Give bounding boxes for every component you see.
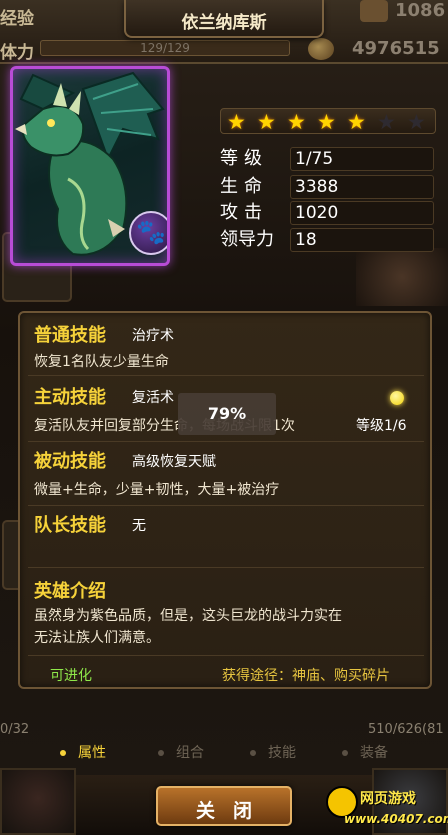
normal-skill-desc: 恢复1名队友少量生命 bbox=[34, 354, 169, 370]
hero-detail-modal: 依兰纳库斯 🐾 ★ ★ ★ ★ ★ ★ ★ 等级 1/75 生命 3388 攻击… bbox=[0, 0, 448, 835]
star-icon: ★ bbox=[287, 110, 306, 134]
tab-dot-icon bbox=[158, 750, 164, 756]
divider bbox=[28, 441, 424, 442]
tab-dot-icon bbox=[250, 750, 256, 756]
hero-intro-line: 虽然身为紫色品质，但是，这头巨龙的战斗力实在 bbox=[34, 608, 342, 624]
title-bar: 依兰纳库斯 bbox=[124, 0, 324, 38]
stat-label: 攻击 bbox=[220, 202, 268, 223]
normal-skill-heading: 普通技能 bbox=[34, 325, 106, 346]
skill-info-panel: 普通技能 治疗术 恢复1名队友少量生命 主动技能 复活术 复活队友并回复部分生命… bbox=[18, 311, 432, 689]
stat-label: 领导力 bbox=[220, 229, 274, 250]
active-skill-name: 复活术 bbox=[132, 390, 174, 406]
star-empty-icon: ★ bbox=[407, 110, 426, 134]
divider bbox=[28, 567, 424, 568]
stat-value: 3388 bbox=[290, 175, 434, 199]
active-skill-level: 等级1/6 bbox=[356, 418, 407, 434]
divider bbox=[28, 505, 424, 506]
star-icon: ★ bbox=[317, 110, 336, 134]
star-empty-icon: ★ bbox=[377, 110, 396, 134]
normal-skill-name: 治疗术 bbox=[132, 328, 174, 344]
tab-equipment[interactable]: 装备 bbox=[342, 742, 388, 762]
stat-value: 18 bbox=[290, 228, 434, 252]
tab-combination[interactable]: 组合 bbox=[158, 742, 204, 762]
tab-dot-icon bbox=[60, 750, 66, 756]
star-icon: ★ bbox=[257, 110, 276, 134]
tab-label: 装备 bbox=[360, 745, 388, 761]
star-icon: ★ bbox=[347, 110, 366, 134]
watermark-url: www.40407.com bbox=[344, 812, 448, 826]
obtain-source: 获得途径：神庙、购买碎片 bbox=[222, 668, 390, 684]
watermark-title: 网页游戏 bbox=[360, 791, 416, 807]
site-watermark: 网页游戏 www.40407.com bbox=[326, 786, 448, 835]
passive-skill-heading: 被动技能 bbox=[34, 451, 106, 472]
star-icon: ★ bbox=[227, 110, 246, 134]
tab-attributes[interactable]: 属性 bbox=[60, 742, 106, 762]
active-skill-heading: 主动技能 bbox=[34, 387, 106, 408]
close-button-label: 关闭 bbox=[195, 800, 270, 822]
passive-skill-desc: 微量+生命，少量+韧性，大量+被治疗 bbox=[34, 482, 280, 498]
stat-label: 生命 bbox=[220, 176, 268, 197]
divider bbox=[28, 375, 424, 376]
tab-dot-icon bbox=[342, 750, 348, 756]
hero-intro-heading: 英雄介绍 bbox=[34, 581, 106, 602]
passive-skill-name: 高级恢复天赋 bbox=[132, 454, 216, 470]
tab-skills[interactable]: 技能 bbox=[250, 742, 296, 762]
star-rating: ★ ★ ★ ★ ★ ★ ★ bbox=[220, 108, 436, 134]
evolve-link[interactable]: 可进化 bbox=[50, 665, 92, 685]
close-button[interactable]: 关闭 bbox=[156, 786, 292, 826]
loading-indicator: 79% bbox=[178, 393, 276, 435]
paw-icon: 🐾 bbox=[129, 211, 167, 255]
tab-label: 组合 bbox=[176, 745, 204, 761]
stat-value: 1/75 bbox=[290, 147, 434, 171]
loading-percent: 79% bbox=[207, 404, 247, 423]
skill-orb-icon bbox=[390, 391, 404, 405]
hero-card[interactable]: 🐾 bbox=[10, 66, 170, 266]
tab-label: 属性 bbox=[78, 745, 106, 761]
leader-skill-heading: 队长技能 bbox=[34, 515, 106, 536]
stat-value: 1020 bbox=[290, 201, 434, 225]
divider bbox=[28, 655, 424, 656]
stat-label: 等级 bbox=[220, 148, 268, 169]
hero-intro-line: 无法让族人们满意。 bbox=[34, 630, 160, 646]
hero-name: 依兰纳库斯 bbox=[181, 13, 267, 33]
leader-skill-name: 无 bbox=[132, 518, 146, 534]
tab-label: 技能 bbox=[268, 745, 296, 761]
